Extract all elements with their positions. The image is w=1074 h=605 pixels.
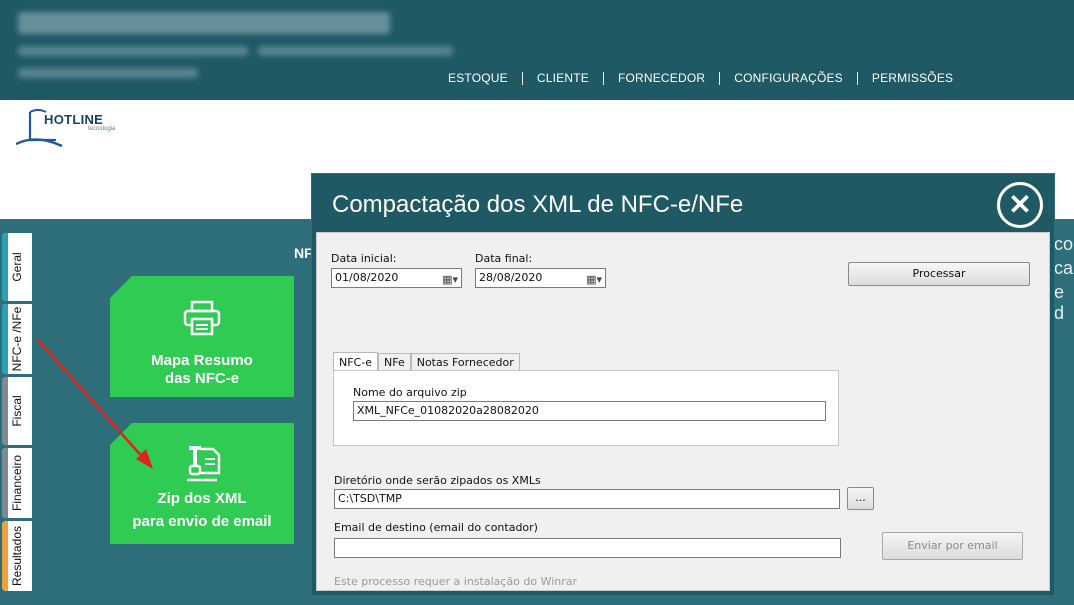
- data-inicial-value: 01/08/2020: [335, 271, 399, 284]
- dialog-title: Compactação dos XML de NFC-e/NFe: [332, 191, 744, 218]
- side-tab-label: Resultados: [10, 525, 24, 587]
- tab-strip: NFC-e NFe Notas Fornecedor: [333, 351, 520, 372]
- side-tab-fiscal[interactable]: Fiscal: [2, 377, 32, 445]
- data-inicial-label: Data inicial:: [331, 252, 397, 265]
- nav-separator: [719, 71, 721, 85]
- tile-zip-xml[interactable]: Zip dos XML para envio de email: [110, 423, 294, 544]
- tile-title-line2: das NFC-e: [164, 370, 240, 387]
- side-tab-label: Financeiro: [10, 454, 24, 512]
- close-icon: ✕: [1008, 188, 1032, 220]
- side-tab-nfce-nfe[interactable]: NFC-e /NFe: [2, 304, 32, 374]
- tab-accent: [2, 304, 8, 374]
- nav-cliente[interactable]: CLIENTE: [537, 71, 589, 85]
- zip-file-icon: [187, 446, 221, 482]
- data-inicial-picker[interactable]: 01/08/2020 ▦▾: [331, 268, 462, 288]
- nav-configuracoes[interactable]: CONFIGURAÇÕES: [734, 71, 843, 85]
- email-label: Email de destino (email do contador): [334, 521, 538, 534]
- directory-label: Diretório onde serão zipados os XMLs: [334, 474, 541, 487]
- data-final-value: 28/08/2020: [479, 271, 543, 284]
- top-navigation: ESTOQUE CLIENTE FORNECEDOR CONFIGURAÇÕES…: [448, 69, 953, 87]
- tab-accent: [2, 448, 8, 518]
- background-text: ca: [1054, 258, 1074, 278]
- winrar-requirement-note: Este processo requer a instalação do Win…: [334, 575, 578, 588]
- calendar-dropdown-icon[interactable]: ▦▾: [586, 271, 602, 289]
- tile-mapa-resumo[interactable]: Mapa Resumo das NFC-e: [110, 276, 294, 397]
- tab-panel-nfce: Nome do arquivo zip XML_NFCe_01082020a28…: [333, 370, 839, 446]
- tab-notas-fornecedor[interactable]: Notas Fornecedor: [410, 353, 520, 371]
- side-tab-label: Geral: [10, 252, 24, 282]
- compactacao-dialog: Compactação dos XML de NFC-e/NFe ✕ Data …: [312, 174, 1054, 595]
- close-button[interactable]: ✕: [997, 182, 1043, 228]
- email-input[interactable]: [334, 538, 841, 558]
- background-text: co: [1054, 234, 1074, 254]
- tab-nfe[interactable]: NFe: [377, 353, 411, 371]
- printer-icon: [183, 300, 221, 336]
- logo-subtext: tecnologia: [88, 126, 116, 132]
- nav-separator: [856, 71, 858, 85]
- side-tab-resultados[interactable]: Resultados: [2, 521, 32, 591]
- zip-name-input[interactable]: XML_NFCe_01082020a28082020: [353, 401, 826, 421]
- side-tab-financeiro[interactable]: Financeiro: [2, 448, 32, 518]
- background-text: e d: [1054, 282, 1065, 323]
- dialog-body: Data inicial: 01/08/2020 ▦▾ Data final: …: [316, 232, 1050, 591]
- send-email-button[interactable]: Enviar por email: [882, 532, 1023, 560]
- top-header: ESTOQUE CLIENTE FORNECEDOR CONFIGURAÇÕES…: [0, 0, 1074, 100]
- side-tab-label: NFC-e /NFe: [10, 306, 24, 372]
- tab-accent: [2, 377, 8, 445]
- nav-estoque[interactable]: ESTOQUE: [448, 71, 508, 85]
- nav-separator: [521, 71, 523, 85]
- tile-title-line1: Mapa Resumo: [151, 352, 253, 369]
- data-final-label: Data final:: [475, 252, 533, 265]
- tile-title-line2: para envio de email: [132, 513, 272, 530]
- tab-accent: [2, 521, 8, 591]
- processar-button[interactable]: Processar: [848, 262, 1030, 286]
- blurred-company-info: [18, 12, 458, 87]
- calendar-dropdown-icon[interactable]: ▦▾: [442, 271, 458, 289]
- nav-permissoes[interactable]: PERMISSÕES: [872, 71, 953, 85]
- logo-text: HOTLINE: [44, 112, 104, 127]
- tab-nfce[interactable]: NFC-e: [333, 352, 378, 372]
- nav-separator: [602, 71, 604, 85]
- nav-fornecedor[interactable]: FORNECEDOR: [618, 71, 705, 85]
- data-final-picker[interactable]: 28/08/2020 ▦▾: [475, 268, 606, 288]
- directory-input[interactable]: C:\TSD\TMP: [334, 489, 840, 509]
- section-title-partial: NF: [294, 245, 313, 261]
- tab-accent: [2, 233, 8, 301]
- browse-directory-button[interactable]: ...: [847, 487, 874, 510]
- zip-name-label: Nome do arquivo zip: [353, 386, 467, 399]
- side-tab-label: Fiscal: [10, 395, 24, 427]
- side-tab-geral[interactable]: Geral: [2, 233, 32, 301]
- tile-title-line1: Zip dos XML: [157, 490, 247, 507]
